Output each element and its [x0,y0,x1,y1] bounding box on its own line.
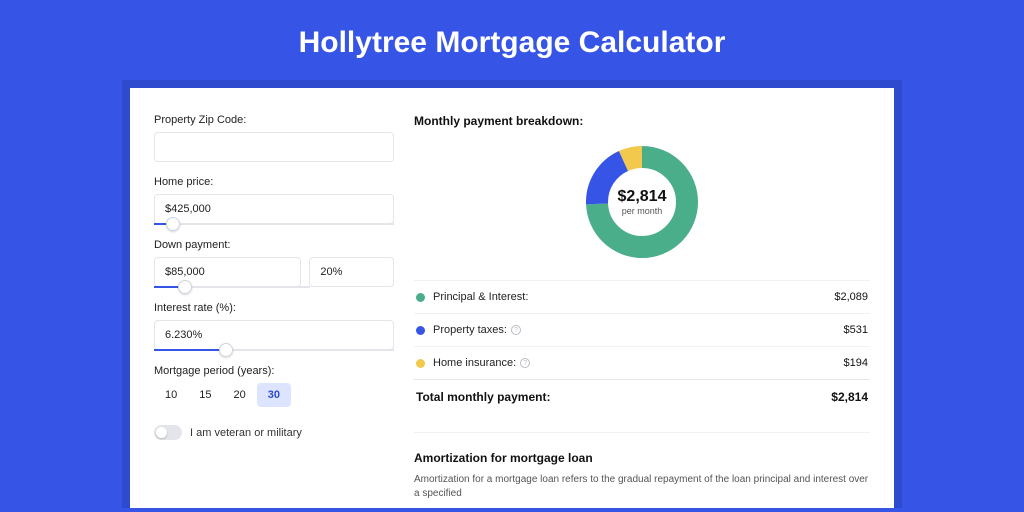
field-period: Mortgage period (years): 10152030 [154,365,394,407]
legend: Principal & Interest:$2,089Property taxe… [414,280,870,379]
breakdown-title: Monthly payment breakdown: [414,114,870,128]
amortization-text: Amortization for a mortgage loan refers … [414,473,870,501]
home-price-slider-thumb[interactable] [166,217,180,231]
interest-slider[interactable] [154,349,394,351]
field-home-price: Home price: [154,176,394,225]
interest-input[interactable] [154,320,394,350]
interest-label: Interest rate (%): [154,302,394,314]
home-price-input[interactable] [154,194,394,224]
legend-value: $194 [844,357,868,369]
info-icon[interactable]: ? [511,325,521,335]
period-button-10[interactable]: 10 [154,383,188,407]
down-payment-label: Down payment: [154,239,394,251]
card-shadow: Property Zip Code: Home price: Down paym… [122,80,902,508]
veteran-row: I am veteran or military [154,425,394,440]
legend-row: Principal & Interest:$2,089 [414,280,870,313]
period-button-30[interactable]: 30 [257,383,291,407]
total-label: Total monthly payment: [416,390,831,404]
calculator-card: Property Zip Code: Home price: Down paym… [130,88,894,508]
period-label: Mortgage period (years): [154,365,394,377]
zip-label: Property Zip Code: [154,114,394,126]
total-value: $2,814 [831,390,868,404]
page-title: Hollytree Mortgage Calculator [0,0,1024,80]
donut-amount: $2,814 [618,188,667,206]
veteran-toggle[interactable] [154,425,182,440]
breakdown-panel: Monthly payment breakdown: $2,814 per mo… [414,114,870,508]
info-icon[interactable]: ? [520,358,530,368]
period-button-15[interactable]: 15 [188,383,222,407]
legend-value: $531 [844,324,868,336]
legend-value: $2,089 [834,291,868,303]
down-payment-slider[interactable] [154,286,310,288]
donut-wrap: $2,814 per month [414,142,870,262]
legend-dot [416,359,425,368]
legend-label: Principal & Interest: [433,291,834,303]
zip-input[interactable] [154,132,394,162]
payment-donut-chart: $2,814 per month [582,142,702,262]
donut-sub: per month [622,206,663,216]
legend-label: Home insurance:? [433,357,844,369]
legend-label: Property taxes:? [433,324,844,336]
legend-row: Property taxes:?$531 [414,313,870,346]
donut-center: $2,814 per month [582,142,702,262]
down-payment-percent-input[interactable] [309,257,394,287]
field-zip: Property Zip Code: [154,114,394,162]
total-row: Total monthly payment: $2,814 [414,379,870,414]
field-down-payment: Down payment: [154,239,394,288]
period-buttons: 10152030 [154,383,394,407]
field-interest: Interest rate (%): [154,302,394,351]
veteran-label: I am veteran or military [190,427,302,439]
legend-dot [416,293,425,302]
down-payment-amount-input[interactable] [154,257,301,287]
legend-dot [416,326,425,335]
home-price-label: Home price: [154,176,394,188]
legend-row: Home insurance:?$194 [414,346,870,379]
period-button-20[interactable]: 20 [223,383,257,407]
interest-slider-thumb[interactable] [219,343,233,357]
amortization-title: Amortization for mortgage loan [414,432,870,465]
home-price-slider[interactable] [154,223,394,225]
form-panel: Property Zip Code: Home price: Down paym… [154,114,394,508]
down-payment-slider-thumb[interactable] [178,280,192,294]
